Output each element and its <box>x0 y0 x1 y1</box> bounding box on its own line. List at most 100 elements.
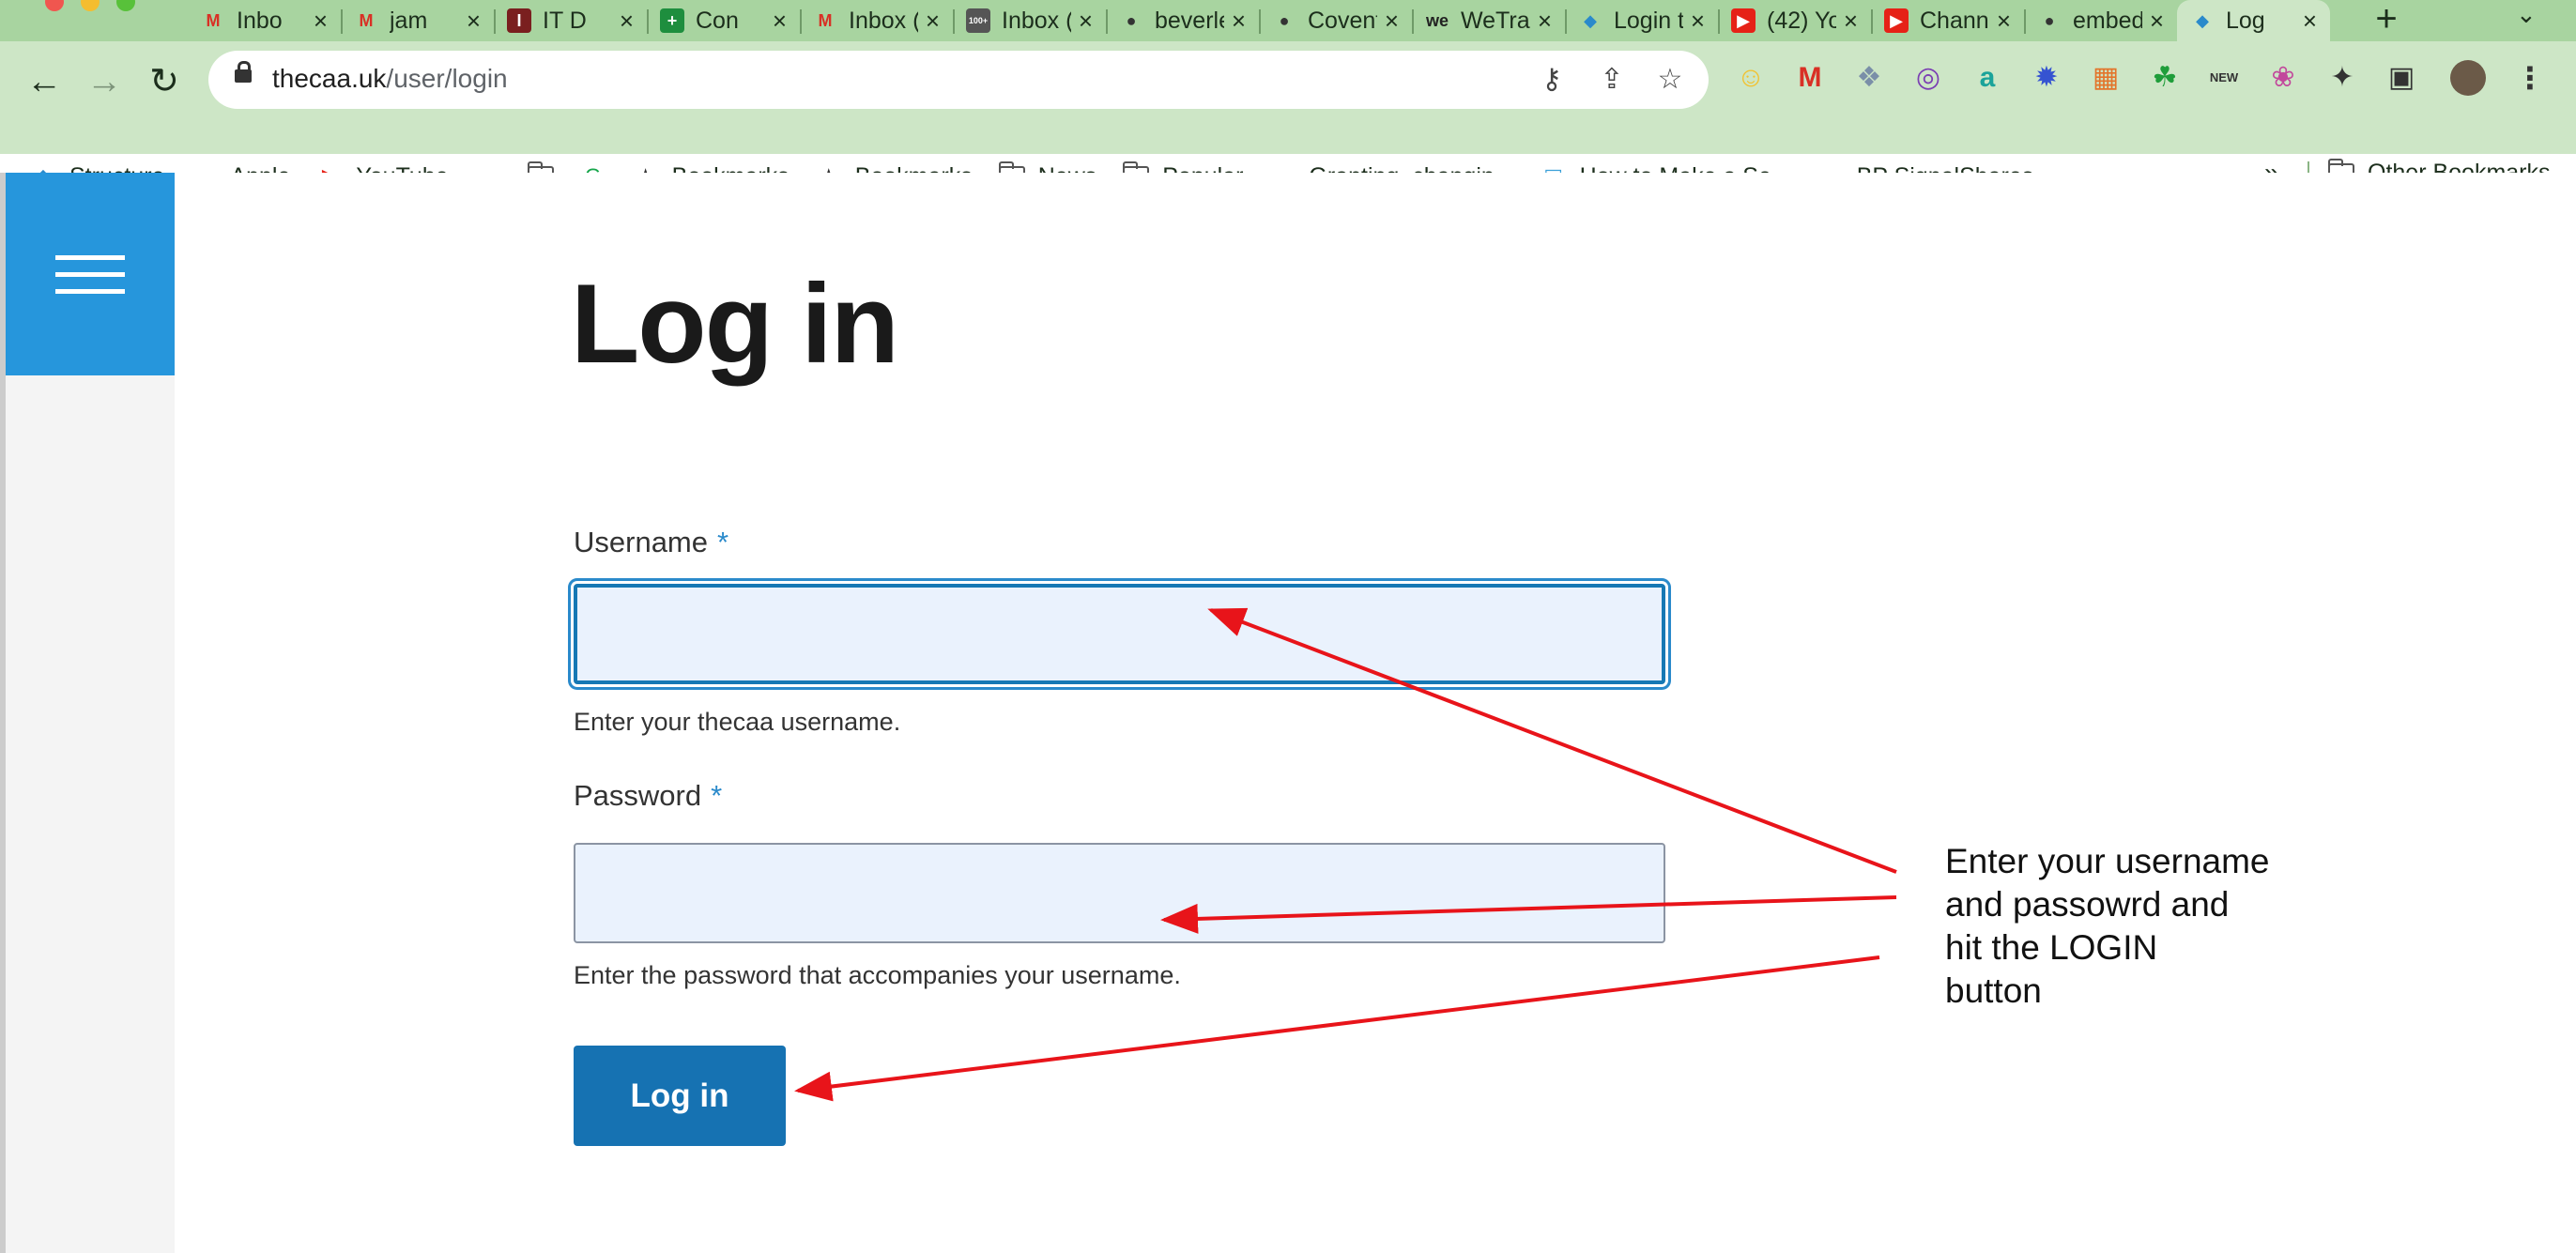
drupal-icon: ◆ <box>1584 10 1597 30</box>
browser-tab[interactable]: + Con × <box>647 0 800 41</box>
window-zoom-button[interactable] <box>116 0 135 11</box>
browser-tab[interactable]: Mjam × <box>341 0 494 41</box>
close-tab-icon[interactable]: × <box>314 7 328 36</box>
username-hint: Enter your thecaa username. <box>574 708 901 736</box>
required-marker: * <box>711 779 723 812</box>
reload-button[interactable]: ↻ <box>141 58 188 105</box>
close-tab-icon[interactable]: × <box>1538 7 1552 36</box>
dropbox-extension-icon[interactable]: ❖ <box>1851 60 1887 96</box>
browser-tab[interactable]: ◆ Login t × <box>1565 0 1718 41</box>
colorgrid-extension-icon[interactable]: ▦ <box>2088 60 2124 96</box>
tab-title: Inbo <box>237 7 283 34</box>
close-tab-icon[interactable]: × <box>467 7 481 36</box>
tab-title: IT D <box>543 7 587 34</box>
document-icon: I <box>507 8 531 33</box>
password-input[interactable] <box>574 843 1665 943</box>
menu-toggle-button[interactable] <box>6 173 175 375</box>
close-tab-icon[interactable]: × <box>773 7 787 36</box>
tab-search-icon[interactable]: ⌄ <box>2516 0 2537 41</box>
close-tab-icon[interactable]: × <box>620 7 634 36</box>
globe-icon: ● <box>1279 10 1290 30</box>
sidepanel-icon[interactable]: ▣ <box>2384 60 2419 96</box>
gmail-extension-icon[interactable]: M <box>1792 60 1828 96</box>
username-label: Username * <box>574 526 729 558</box>
tab-strip: M Inbo × Mjam × I IT D × + Con × M Inbox (2 × 100+ Inbo… <box>0 0 2576 41</box>
annotation-line: and passowrd and <box>1945 885 2230 924</box>
annotation-arrows <box>794 607 1897 1102</box>
new-extension-icon[interactable]: NEW <box>2206 60 2242 96</box>
globe-icon: ● <box>2044 10 2055 30</box>
close-tab-icon[interactable]: × <box>1997 7 2011 36</box>
browser-tab[interactable]: ◆ Log × <box>2177 0 2330 41</box>
tab-title: WeTran <box>1461 7 1530 34</box>
browser-menu-icon[interactable]: ⋮ <box>2512 60 2548 96</box>
profile-avatar[interactable] <box>2450 60 2486 96</box>
close-tab-icon[interactable]: × <box>1079 7 1093 36</box>
annotation-text: Enter your username and passowrd and hit… <box>1945 840 2321 1013</box>
browser-tab[interactable]: we WeTran × <box>1412 0 1565 41</box>
amazon-extension-icon[interactable]: a <box>1970 60 2005 96</box>
evernote-extension-icon[interactable]: ☘ <box>2147 60 2183 96</box>
browser-tab[interactable]: 100+ Inbox ( × <box>953 0 1106 41</box>
tab-title: Inbox ( <box>1002 7 1071 34</box>
window-close-button[interactable] <box>45 0 64 11</box>
back-button[interactable]: ← <box>21 58 68 105</box>
tab-title: Con <box>696 7 739 34</box>
hamburger-icon <box>55 289 125 294</box>
annotation-line: hit the LOGIN <box>1945 928 2158 967</box>
tab-title: Inbox (2 <box>849 7 918 34</box>
password-key-icon[interactable]: ⚷ <box>1532 60 1572 99</box>
password-label: Password * <box>574 779 723 812</box>
close-tab-icon[interactable]: × <box>2150 7 2164 36</box>
tab-title: beverle <box>1155 7 1224 34</box>
close-tab-icon[interactable]: × <box>1232 7 1246 36</box>
close-tab-icon[interactable]: × <box>1691 7 1705 36</box>
tab-title: embed <box>2073 7 2142 34</box>
close-tab-icon[interactable]: × <box>926 7 940 36</box>
close-tab-icon[interactable]: × <box>2303 7 2317 36</box>
tab-list: M Inbo × Mjam × I IT D × + Con × M Inbox (2 × 100+ Inbo… <box>188 0 2330 41</box>
address-bar[interactable]: thecaa.uk/user/login ⚷ ⇪ ☆ <box>208 51 1709 109</box>
share-icon[interactable]: ⇪ <box>1592 60 1632 99</box>
login-button[interactable]: Log in <box>574 1046 786 1146</box>
close-tab-icon[interactable]: × <box>1385 7 1399 36</box>
browser-tab[interactable]: I IT D × <box>494 0 647 41</box>
annotation-line: Enter your username <box>1945 842 2270 880</box>
sheets-icon: + <box>660 8 684 33</box>
gmail-icon: M <box>359 10 374 30</box>
username-input[interactable] <box>574 584 1665 684</box>
brain-extension-icon[interactable]: ❀ <box>2265 60 2301 96</box>
hamburger-icon <box>55 255 125 260</box>
new-tab-button[interactable]: + <box>2366 0 2407 41</box>
browser-tab[interactable]: M Inbox (2 × <box>800 0 953 41</box>
window-minimize-button[interactable] <box>81 0 100 11</box>
browser-toolbar: ← → ↻ thecaa.uk/user/login ⚷ ⇪ ☆ ☺ M ❖ ◎ a ✹ ▦… <box>0 41 2576 191</box>
forward-button[interactable]: → <box>81 58 128 105</box>
lock-icon[interactable] <box>235 61 252 83</box>
page-title: Log in <box>571 261 899 387</box>
emoji-extension-icon[interactable]: ☺ <box>1733 60 1769 96</box>
hamburger-icon <box>55 272 125 277</box>
browser-tab[interactable]: ● beverle × <box>1106 0 1259 41</box>
inbox-icon: 100+ <box>966 8 990 33</box>
drupal-icon: ◆ <box>2196 10 2209 30</box>
instagram-extension-icon[interactable]: ◎ <box>1910 60 1946 96</box>
browser-tab[interactable]: ▶ Channe × <box>1871 0 2024 41</box>
url-text[interactable]: thecaa.uk/user/login <box>272 64 508 94</box>
browser-tab[interactable]: ▶ (42) Yo × <box>1718 0 1871 41</box>
globe-icon: ● <box>1126 10 1137 30</box>
puzzle-extension-icon[interactable]: ✦ <box>2324 60 2360 96</box>
close-tab-icon[interactable]: × <box>1844 7 1858 36</box>
gmail-icon: M <box>206 10 221 30</box>
required-marker: * <box>717 526 729 558</box>
bookmark-star-icon[interactable]: ☆ <box>1650 60 1690 99</box>
browser-tab[interactable]: ● embed × <box>2024 0 2177 41</box>
youtube-icon: ▶ <box>1731 8 1756 33</box>
tab-title: jam <box>390 7 428 34</box>
sunburst-extension-icon[interactable]: ✹ <box>2029 60 2064 96</box>
page-content: Log in Username * Enter your thecaa usern… <box>0 173 2576 1253</box>
tab-title: Channe <box>1920 7 1989 34</box>
wetransfer-icon: we <box>1425 10 1449 30</box>
browser-tab[interactable]: M Inbo × <box>188 0 341 41</box>
browser-tab[interactable]: ● Covent × <box>1259 0 1412 41</box>
